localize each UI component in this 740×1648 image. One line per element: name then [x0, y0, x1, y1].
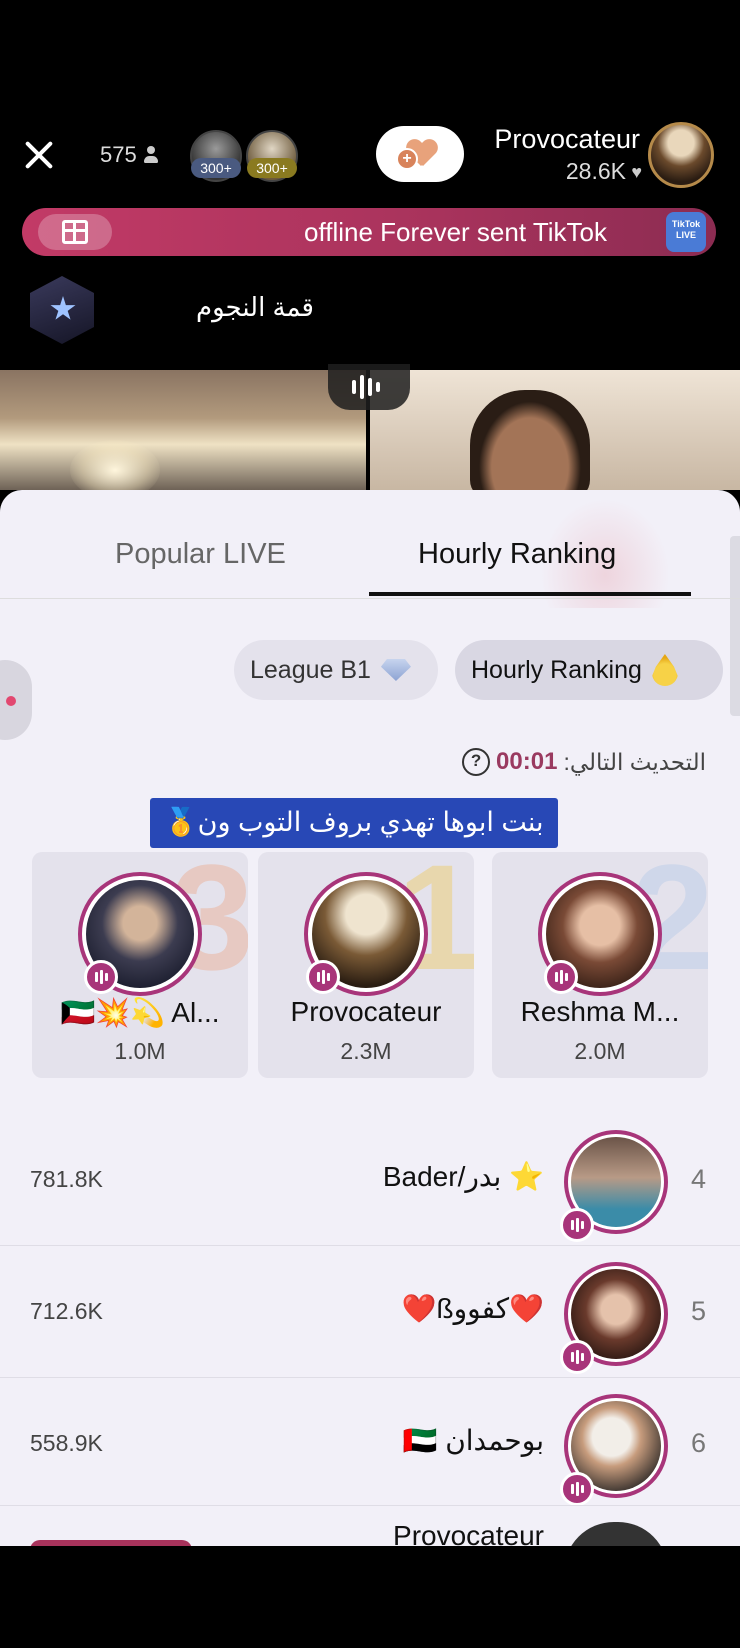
viewer-badge: 300+	[247, 158, 297, 178]
ranking-panel: Popular LIVE Hourly Ranking League B1 Ho…	[0, 490, 740, 1546]
row-rank: 6	[690, 1428, 706, 1458]
live-indicator-icon	[544, 960, 578, 994]
row-score: 712.6K	[30, 1298, 103, 1324]
video-caption: بنت ابوها تهدي بروف التوب ون🥇	[150, 798, 558, 848]
row-name: Provocateur	[393, 1520, 544, 1546]
follow-heart-button[interactable]: +	[376, 126, 464, 182]
row-rank: 5	[690, 1296, 706, 1326]
audio-indicator[interactable]	[328, 364, 410, 410]
action-button[interactable]	[30, 1540, 192, 1546]
host-name[interactable]: Provocateur	[494, 124, 640, 155]
divider	[0, 1245, 740, 1246]
live-indicator-icon	[560, 1208, 594, 1242]
plus-icon: +	[396, 148, 418, 170]
row-name: بوحمدان 🇦🇪	[402, 1425, 544, 1456]
gift-button[interactable]	[38, 214, 112, 250]
podium-card-1[interactable]: 1 Provocateur 2.3M	[258, 852, 474, 1078]
row-name: ⭐ بدر/Bader	[382, 1161, 544, 1192]
viewer-count[interactable]: 575	[100, 142, 159, 168]
gift-banner-text: offline Forever sent TikTok	[304, 217, 607, 247]
divider	[0, 1505, 740, 1506]
podium-name: 🇰🇼💥💫 Al...	[60, 997, 220, 1028]
podium-score: 2.0M	[574, 1038, 626, 1064]
audio-bars-icon	[352, 374, 380, 400]
streamer-image	[470, 390, 590, 500]
league-filter-label: League B1	[250, 655, 371, 684]
ranking-row[interactable]: 712.6K ❤️كفووß❤️ 5	[0, 1252, 740, 1374]
viewer-badge: 300+	[191, 158, 241, 178]
podium-card-3[interactable]: 3 🇰🇼💥💫 Al... 1.0M	[32, 852, 248, 1078]
live-indicator-icon	[306, 960, 340, 994]
diamond-icon	[380, 659, 411, 681]
viewer-count-value: 575	[100, 142, 137, 167]
rank-title[interactable]: قمة النجوم	[196, 292, 314, 323]
ranking-row[interactable]: 781.8K ⭐ بدر/Bader 4	[0, 1120, 740, 1242]
video-feed-left	[0, 370, 366, 500]
scrollbar[interactable]	[730, 536, 740, 716]
side-drawer-handle[interactable]	[0, 660, 32, 740]
host-likes: 28.6K	[565, 158, 626, 184]
divider	[0, 1377, 740, 1378]
row-score: 781.8K	[30, 1166, 103, 1192]
row-name: ❤️كفووß❤️	[401, 1293, 544, 1324]
active-tab-indicator	[369, 592, 691, 596]
gift-banner[interactable]: offline Forever sent TikTok TikTok LIVE	[22, 208, 716, 256]
hourly-filter-label: Hourly Ranking	[471, 655, 642, 684]
gift-icon	[62, 220, 88, 244]
help-icon[interactable]: ?	[462, 748, 491, 776]
ranking-row[interactable]: 558.9K بوحمدان 🇦🇪 6	[0, 1384, 740, 1506]
notification-dot	[6, 696, 16, 706]
next-update-label: التحديث التالي:	[563, 748, 706, 775]
live-top-bar: 575 300+ 300+ + Provocateur 28.6K ♥	[0, 118, 740, 198]
row-rank: 4	[690, 1164, 706, 1194]
flame-icon	[651, 654, 678, 686]
live-indicator-icon	[560, 1340, 594, 1374]
heart-icon: ♥	[631, 162, 642, 182]
podium-name: Reshma M...	[520, 996, 680, 1027]
hourly-filter-button[interactable]: Hourly Ranking	[455, 640, 723, 700]
podium-card-2[interactable]: 2 Reshma M... 2.0M	[492, 852, 708, 1078]
tiktok-live-badge: TikTok LIVE	[666, 212, 706, 252]
avatar[interactable]	[564, 1522, 668, 1546]
podium-name: Provocateur	[290, 996, 442, 1027]
person-icon	[143, 146, 159, 164]
next-update-row: التحديث التالي: 00:01 ?	[462, 748, 706, 776]
row-score: 558.9K	[30, 1430, 103, 1456]
podium-score: 2.3M	[340, 1038, 392, 1064]
video-feed-right	[370, 370, 740, 500]
league-filter-button[interactable]: League B1	[234, 640, 438, 700]
live-indicator-icon	[84, 960, 118, 994]
live-indicator-icon	[560, 1472, 594, 1506]
close-icon[interactable]	[18, 134, 60, 176]
next-update-time: 00:01	[496, 748, 558, 775]
host-avatar[interactable]	[648, 122, 714, 188]
divider	[0, 598, 740, 599]
tab-popular-live[interactable]: Popular LIVE	[115, 538, 286, 571]
podium-score: 1.0M	[114, 1038, 166, 1064]
tab-hourly-ranking[interactable]: Hourly Ranking	[418, 538, 616, 571]
